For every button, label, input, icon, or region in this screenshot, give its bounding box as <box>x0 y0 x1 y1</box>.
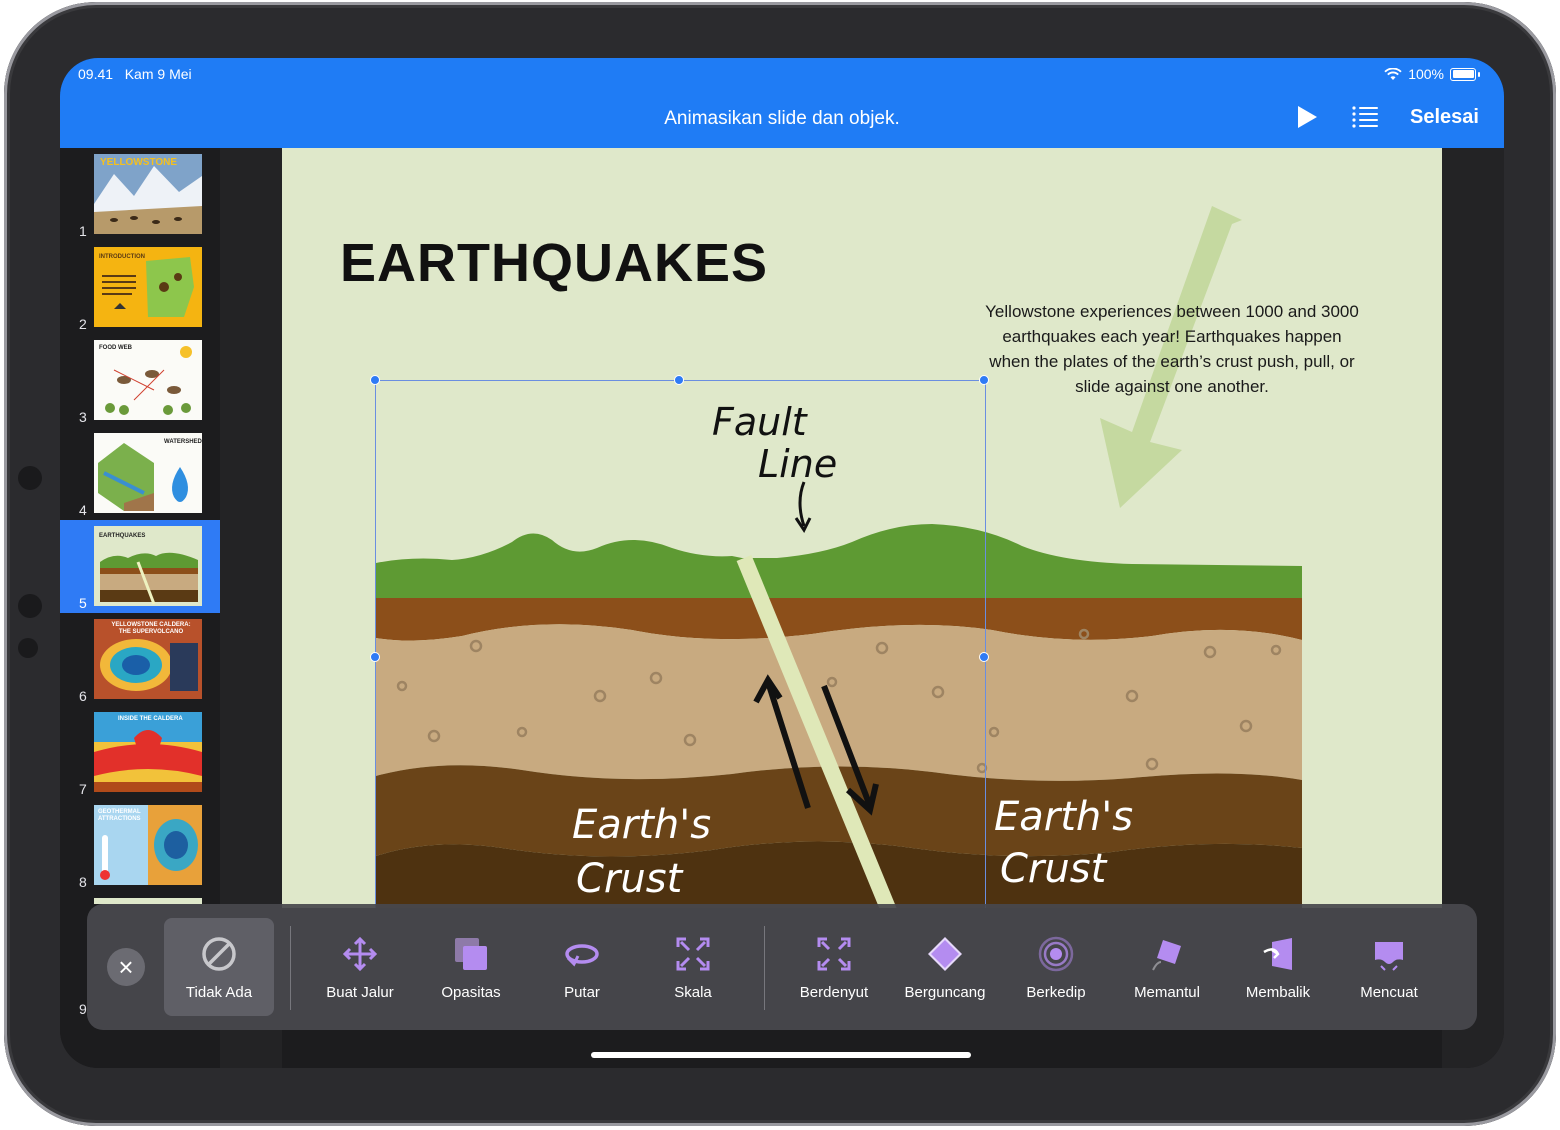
slide-thumb-title: EARTHQUAKES <box>99 533 146 539</box>
slide-thumb-image: WATERSHED <box>94 433 202 513</box>
status-indicators: 100% <box>1384 66 1480 82</box>
slide-title[interactable]: EARTHQUAKES <box>340 232 768 294</box>
slide-thumb-image: EARTHQUAKES <box>94 526 202 606</box>
pulse-icon <box>817 937 851 971</box>
animation-toolbar: 09.41 Kam 9 Mei 100% Animasikan slide da… <box>60 58 1504 148</box>
slide-number: 5 <box>79 595 87 611</box>
slide-thumb-title: INSIDE THE CALDERA <box>118 716 183 722</box>
animation-label: Berguncang <box>904 984 986 1001</box>
selection-handle-middle-right[interactable] <box>979 652 989 662</box>
list-icon[interactable] <box>1352 106 1378 128</box>
animation-label: Memantul <box>1134 984 1200 1001</box>
opacity-icon <box>455 938 487 970</box>
animation-flip[interactable]: Membalik <box>1223 918 1333 1016</box>
animation-scale[interactable]: Skala <box>638 918 748 1016</box>
slide-number: 6 <box>79 688 87 704</box>
slide-thumb-title: YELLOWSTONE CALDERA: THE SUPERVOLCANO <box>111 622 191 635</box>
close-icon[interactable]: × <box>107 948 145 986</box>
animation-none[interactable]: Tidak Ada <box>164 918 274 1016</box>
slide-number: 3 <box>79 409 87 425</box>
crust-label-right-1[interactable]: Earth's <box>994 794 1133 840</box>
slide-thumb-title: INTRODUCTION <box>99 254 145 260</box>
battery-percent: 100% <box>1408 66 1444 82</box>
pencil-charger <box>18 594 42 618</box>
pop-icon <box>1375 942 1403 971</box>
selection-handle-top-right[interactable] <box>979 375 989 385</box>
slide-thumbnail-3[interactable]: FOOD WEB 3 <box>60 334 220 427</box>
screen: 09.41 Kam 9 Mei 100% Animasikan slide da… <box>60 58 1504 1068</box>
animation-label: Putar <box>564 984 600 1001</box>
battery-tip <box>1478 71 1480 77</box>
selection-handle-middle-left[interactable] <box>370 652 380 662</box>
play-icon[interactable] <box>1296 105 1318 129</box>
slide-thumbnail-1[interactable]: YELLOWSTONE 1 <box>60 148 220 241</box>
animation-opacity[interactable]: Opasitas <box>416 918 526 1016</box>
rotate-icon <box>565 944 599 967</box>
animation-label: Berkedip <box>1026 984 1086 1001</box>
slide-thumb-image: GEOTHERMAL ATTRACTIONS <box>94 805 202 885</box>
divider <box>290 926 291 1010</box>
animation-rotate[interactable]: Putar <box>527 918 637 1016</box>
none-icon <box>202 937 236 971</box>
slide-thumb-image: YELLOWSTONE <box>94 154 202 234</box>
animation-jiggle[interactable]: Berguncang <box>890 918 1000 1016</box>
date-text: Kam 9 Mei <box>124 66 192 82</box>
animation-blink[interactable]: Berkedip <box>1001 918 1111 1016</box>
time-text: 09.41 <box>78 66 114 82</box>
slide-number: 9 <box>79 1001 87 1017</box>
animation-label: Berdenyut <box>799 984 869 1001</box>
slide-number: 8 <box>79 874 87 890</box>
scale-icon <box>676 937 710 971</box>
done-button[interactable]: Selesai <box>1410 106 1479 129</box>
camera-sensor <box>18 466 42 490</box>
animation-move-path[interactable]: Buat Jalur <box>305 918 415 1016</box>
home-indicator[interactable] <box>591 1052 971 1058</box>
move-path-icon <box>342 936 378 972</box>
slide-thumbnail-7[interactable]: INSIDE THE CALDERA 7 <box>60 706 220 799</box>
animation-label: Skala <box>674 984 712 1001</box>
slide-number: 7 <box>79 781 87 797</box>
animation-label: Membalik <box>1245 984 1311 1001</box>
animation-label: Opasitas <box>441 984 501 1001</box>
toolbar-title: Animasikan slide dan objek. <box>664 108 900 129</box>
slide-thumb-title: GEOTHERMAL ATTRACTIONS <box>98 809 141 822</box>
slide-thumb-image: YELLOWSTONE CALDERA: THE SUPERVOLCANO <box>94 619 202 699</box>
bounce-icon <box>1152 940 1181 971</box>
slide-thumb-image: INTRODUCTION <box>94 247 202 327</box>
status-time: 09.41 Kam 9 Mei <box>78 66 192 82</box>
slide-number: 1 <box>79 223 87 239</box>
animation-pulse[interactable]: Berdenyut <box>779 918 889 1016</box>
slide-thumbnail-4[interactable]: WATERSHED 4 <box>60 427 220 520</box>
battery-icon <box>1450 67 1476 81</box>
divider <box>764 926 765 1010</box>
blink-icon <box>1038 936 1074 972</box>
animation-label: Mencuat <box>1360 984 1418 1001</box>
slide-thumb-image: FOOD WEB <box>94 340 202 420</box>
slide-canvas[interactable]: EARTHQUAKES Yellowstone experiences betw… <box>282 148 1442 908</box>
animation-label: Buat Jalur <box>326 984 394 1001</box>
slide-thumb-image: INSIDE THE CALDERA <box>94 712 202 792</box>
animation-pop[interactable]: Mencuat <box>1334 918 1444 1016</box>
slide-thumbnail-6[interactable]: YELLOWSTONE CALDERA: THE SUPERVOLCANO 6 <box>60 613 220 706</box>
slide-thumb-title: WATERSHED <box>164 439 202 445</box>
flip-icon <box>1263 938 1292 970</box>
selection-box <box>375 380 986 908</box>
slide-thumbnail-5[interactable]: EARTHQUAKES 5 <box>60 520 220 613</box>
slide-thumbnail-2[interactable]: INTRODUCTION 2 <box>60 241 220 334</box>
animation-label: Tidak Ada <box>185 984 253 1001</box>
crust-label-right-2[interactable]: Crust <box>1000 846 1106 892</box>
slide-number: 4 <box>79 502 87 518</box>
animation-bounce[interactable]: Memantul <box>1112 918 1222 1016</box>
slide-thumbnail-8[interactable]: GEOTHERMAL ATTRACTIONS 8 <box>60 799 220 892</box>
slide-number: 2 <box>79 316 87 332</box>
camera-sensor-2 <box>18 638 38 658</box>
slide-thumb-title: YELLOWSTONE <box>100 157 178 168</box>
selection-handle-top-left[interactable] <box>370 375 380 385</box>
selection-handle-top-center[interactable] <box>674 375 684 385</box>
wifi-icon <box>1384 67 1402 80</box>
slide-body-text[interactable]: Yellowstone experiences between 1000 and… <box>982 299 1362 399</box>
jiggle-icon <box>928 937 962 971</box>
animation-picker: × Tidak Ada Buat Jalur Opasitas Putar Sk… <box>87 904 1477 1030</box>
slide-thumb-title: FOOD WEB <box>99 345 132 351</box>
